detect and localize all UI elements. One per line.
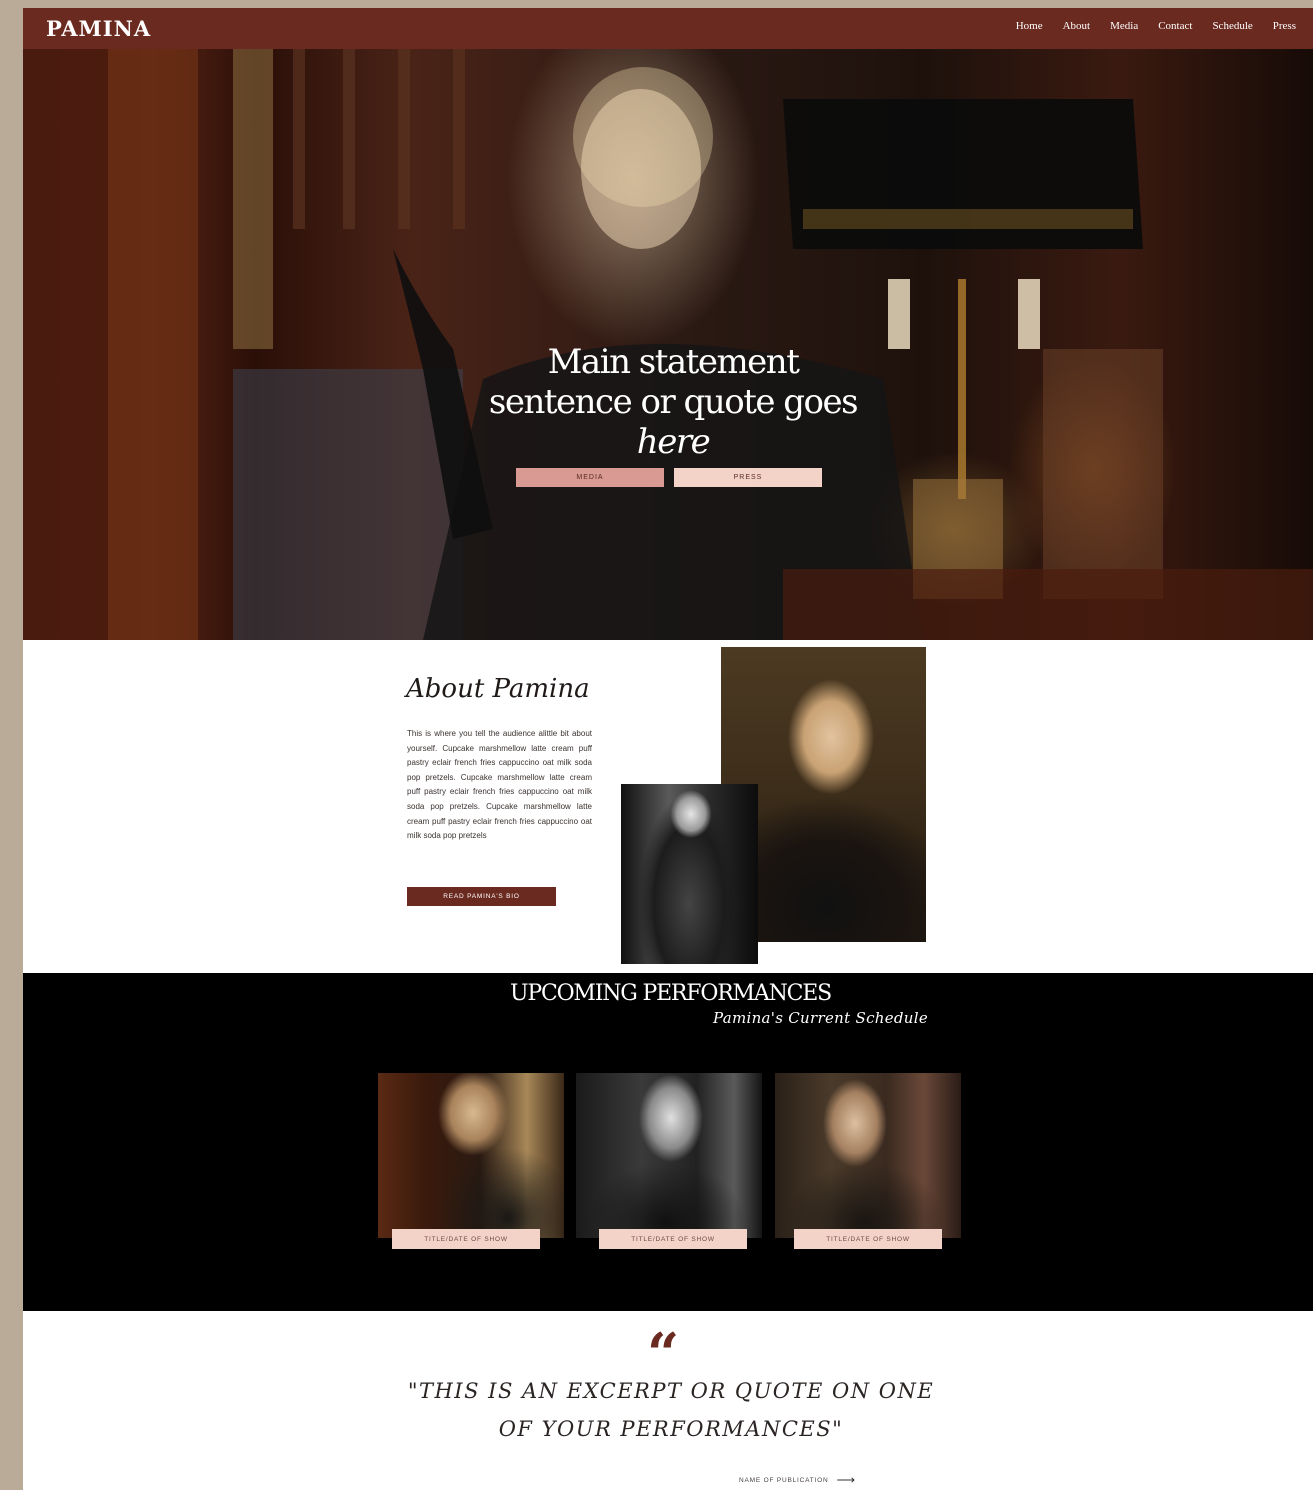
arrow-right-icon: ⟶: [836, 1472, 856, 1487]
show-label-3[interactable]: TITLE/DATE OF SHOW: [794, 1229, 942, 1249]
nav-link-media[interactable]: Media: [1110, 20, 1138, 32]
publication-name: NAME OF PUBLICATION: [739, 1476, 829, 1484]
read-bio-button[interactable]: READ PAMINA'S BIO: [407, 887, 556, 906]
performances-title: UPCOMING PERFORMANCES: [510, 981, 832, 1006]
about-text: This is where you tell the audience alit…: [407, 729, 592, 841]
show-label-1[interactable]: TITLE/DATE OF SHOW: [392, 1229, 540, 1249]
nav-link-home[interactable]: Home: [1016, 20, 1043, 32]
hero-title-line2: sentence or quote goes: [488, 382, 859, 422]
nav-link-schedule[interactable]: Schedule: [1212, 20, 1252, 32]
hero-section: Main statement sentence or quote goes he…: [23, 49, 1313, 640]
performances-subtitle: Pamina's Current Schedule: [713, 1009, 929, 1027]
top-nav: PAMINA Home About Media Contact Schedule…: [23, 8, 1313, 49]
hero-title-line1: Main statement: [547, 342, 800, 382]
media-button[interactable]: MEDIA: [516, 468, 664, 487]
publication-link[interactable]: NAME OF PUBLICATION ⟶: [739, 1472, 856, 1487]
show-label-2[interactable]: TITLE/DATE OF SHOW: [599, 1229, 747, 1249]
hero-title: Main statement sentence or quote goes he…: [463, 342, 883, 462]
quote-text: "THIS IS AN EXCERPT OR QUOTE ON ONE OF Y…: [407, 1379, 935, 1441]
about-photo-bw: [621, 784, 758, 964]
press-button[interactable]: PRESS: [674, 468, 822, 487]
show-card-2[interactable]: [576, 1073, 762, 1238]
nav-link-contact[interactable]: Contact: [1158, 20, 1192, 32]
performances-section: UPCOMING PERFORMANCES Pamina's Current S…: [23, 973, 1313, 1311]
nav-link-about[interactable]: About: [1063, 20, 1091, 32]
nav-link-press[interactable]: Press: [1273, 20, 1296, 32]
hero-title-line3: here: [636, 422, 711, 462]
nav-links: Home About Media Contact Schedule Press: [1016, 20, 1296, 32]
page: PAMINA Home About Media Contact Schedule…: [23, 8, 1313, 1490]
about-title: About Pamina: [406, 674, 590, 704]
show-card-3[interactable]: [775, 1073, 961, 1238]
site-logo[interactable]: PAMINA: [46, 16, 151, 41]
show-card-1[interactable]: [378, 1073, 564, 1238]
